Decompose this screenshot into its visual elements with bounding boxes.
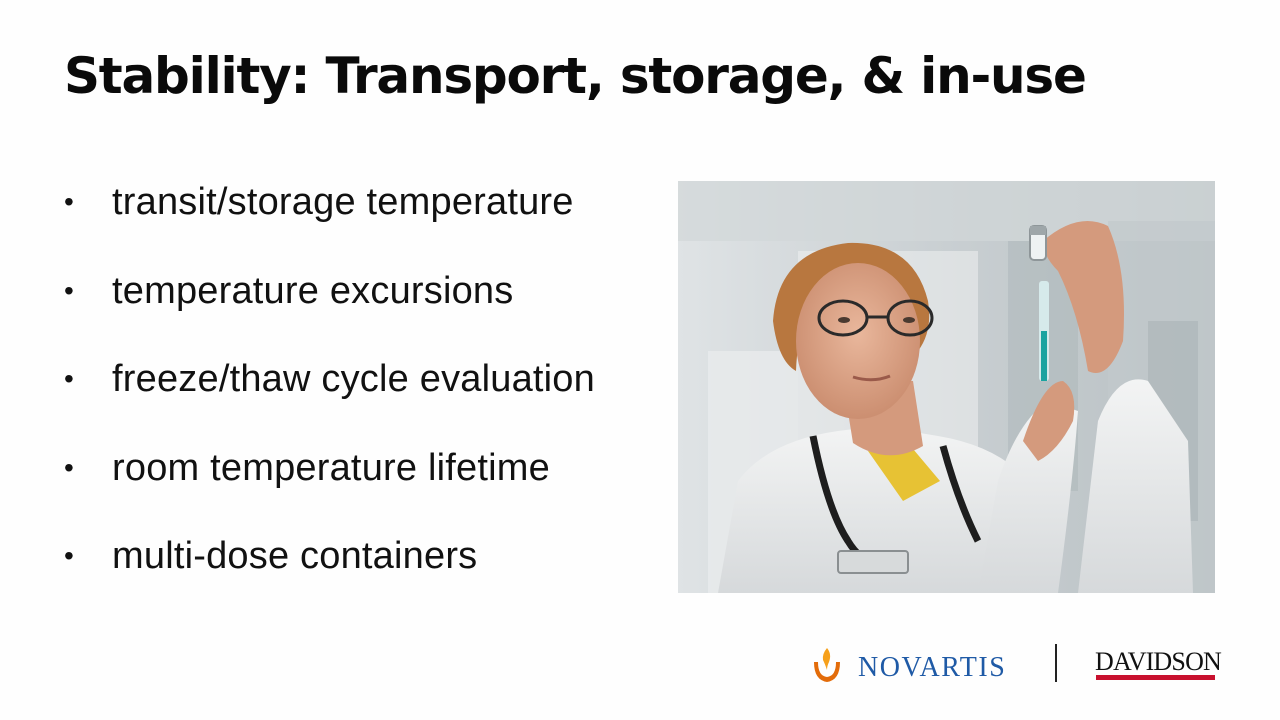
bullet-item: • temperature excursions <box>64 265 595 354</box>
photo-clinician-with-vial-icon <box>678 181 1215 593</box>
bullet-item: • transit/storage temperature <box>64 176 595 265</box>
bullet-icon: • <box>64 540 74 571</box>
bullet-text: transit/storage temperature <box>112 181 574 223</box>
davidson-red-bar <box>1096 675 1215 680</box>
bullet-item: • freeze/thaw cycle evaluation <box>64 353 595 442</box>
bullet-text: freeze/thaw cycle evaluation <box>112 358 595 400</box>
bullet-icon: • <box>64 274 74 306</box>
clinician-photo <box>678 181 1215 593</box>
davidson-logo-text: DAVIDSON <box>1095 647 1222 676</box>
bullet-icon: • <box>64 451 74 483</box>
bullet-icon: • <box>64 186 74 217</box>
bullet-list: • transit/storage temperature • temperat… <box>64 176 595 619</box>
novartis-logo-text: NOVARTIS <box>858 652 1007 683</box>
slide-title: Stability: Transport, storage, & in-use <box>64 47 1087 105</box>
bullet-text: temperature excursions <box>112 269 514 312</box>
bullet-item: • multi-dose containers <box>64 530 595 619</box>
novartis-flame-icon <box>814 648 840 682</box>
bullet-icon: • <box>64 363 74 394</box>
bullet-text: multi-dose containers <box>112 535 478 577</box>
logo-bar: NOVARTIS DAVIDSON <box>808 640 1228 690</box>
slide: Stability: Transport, storage, & in-use … <box>0 0 1280 720</box>
bullet-item: • room temperature lifetime <box>64 442 595 531</box>
bullet-text: room temperature lifetime <box>112 446 550 489</box>
logo-divider <box>1055 644 1057 682</box>
